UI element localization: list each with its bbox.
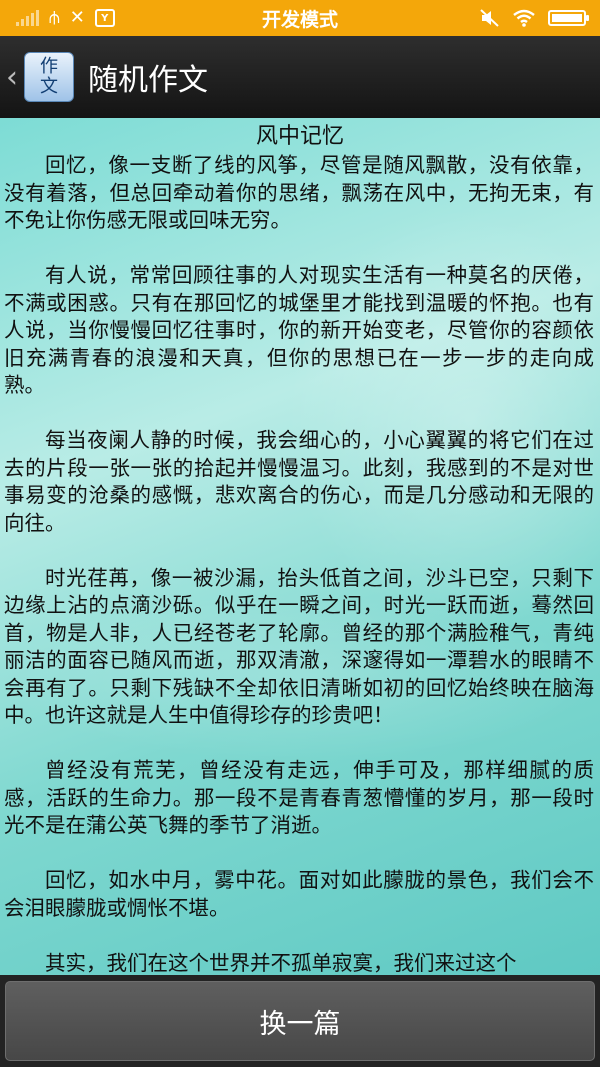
status-icons-right	[400, 9, 600, 27]
usb-icon: ⫛	[49, 7, 60, 28]
article-paragraph: 曾经没有荒芜，曾经没有走远，伸手可及，那样细腻的质感，活跃的生命力。那一段不是青…	[4, 758, 594, 837]
next-article-button[interactable]: 换一篇	[5, 981, 595, 1061]
article-paragraph: 其实，我们在这个世界并不孤单寂寞，我们来过这个	[45, 950, 517, 975]
article-paragraph: 时光荏苒，像一被沙漏，抬头低首之间，沙斗已空，只剩下边缘上沾的点滴沙砾。似乎在一…	[4, 565, 594, 728]
status-bar: ⫛ ✕ Y 开发模式	[0, 0, 600, 36]
signal-icon	[16, 10, 39, 26]
app-logo-char-1: 作	[40, 56, 58, 77]
article-paragraph: 回忆，如水中月，雾中花。面对如此朦胧的景色，我们会不会泪眼朦胧或惆怅不堪。	[4, 868, 594, 920]
article-title: 风中记忆	[255, 124, 344, 149]
status-icons-left: ⫛ ✕ Y	[0, 9, 200, 27]
mute-icon	[480, 9, 499, 27]
article-paragraph: 回忆，像一支断了线的风筝，尽管是随风飘散，没有依靠，没有着落，但总回牵动着你的思…	[4, 153, 594, 232]
tools-icon: ✕	[69, 7, 85, 28]
battery-icon	[548, 10, 589, 26]
action-bar: ‹ 作 文 随机作文	[0, 36, 600, 118]
bottom-bar: 换一篇	[0, 975, 600, 1067]
status-title: 开发模式	[261, 8, 338, 31]
article-scroll-area[interactable]: 风中记忆 回忆，像一支断了线的风筝，尽管是随风飘散，没有依靠，没有着落，但总回牵…	[0, 118, 600, 975]
back-chevron-icon[interactable]: ‹	[0, 60, 22, 95]
app-logo-icon[interactable]: 作 文	[24, 52, 74, 102]
app-badge-icon: Y	[94, 9, 115, 27]
article-paragraph: 每当夜阑人静的时候，我会细心的，小心翼翼的将它们在过去的片段一张一张的拾起并慢慢…	[4, 428, 594, 535]
wifi-icon	[513, 9, 535, 27]
article-paragraph: 有人说，常常回顾往事的人对现实生活有一种莫名的厌倦，不满或困惑。只有在那回忆的城…	[4, 263, 594, 397]
app-title: 随机作文	[88, 63, 208, 98]
article-body: 回忆，像一支断了线的风筝，尽管是随风飘散，没有依靠，没有着落，但总回牵动着你的思…	[0, 152, 600, 975]
app-logo-char-2: 文	[40, 76, 58, 97]
